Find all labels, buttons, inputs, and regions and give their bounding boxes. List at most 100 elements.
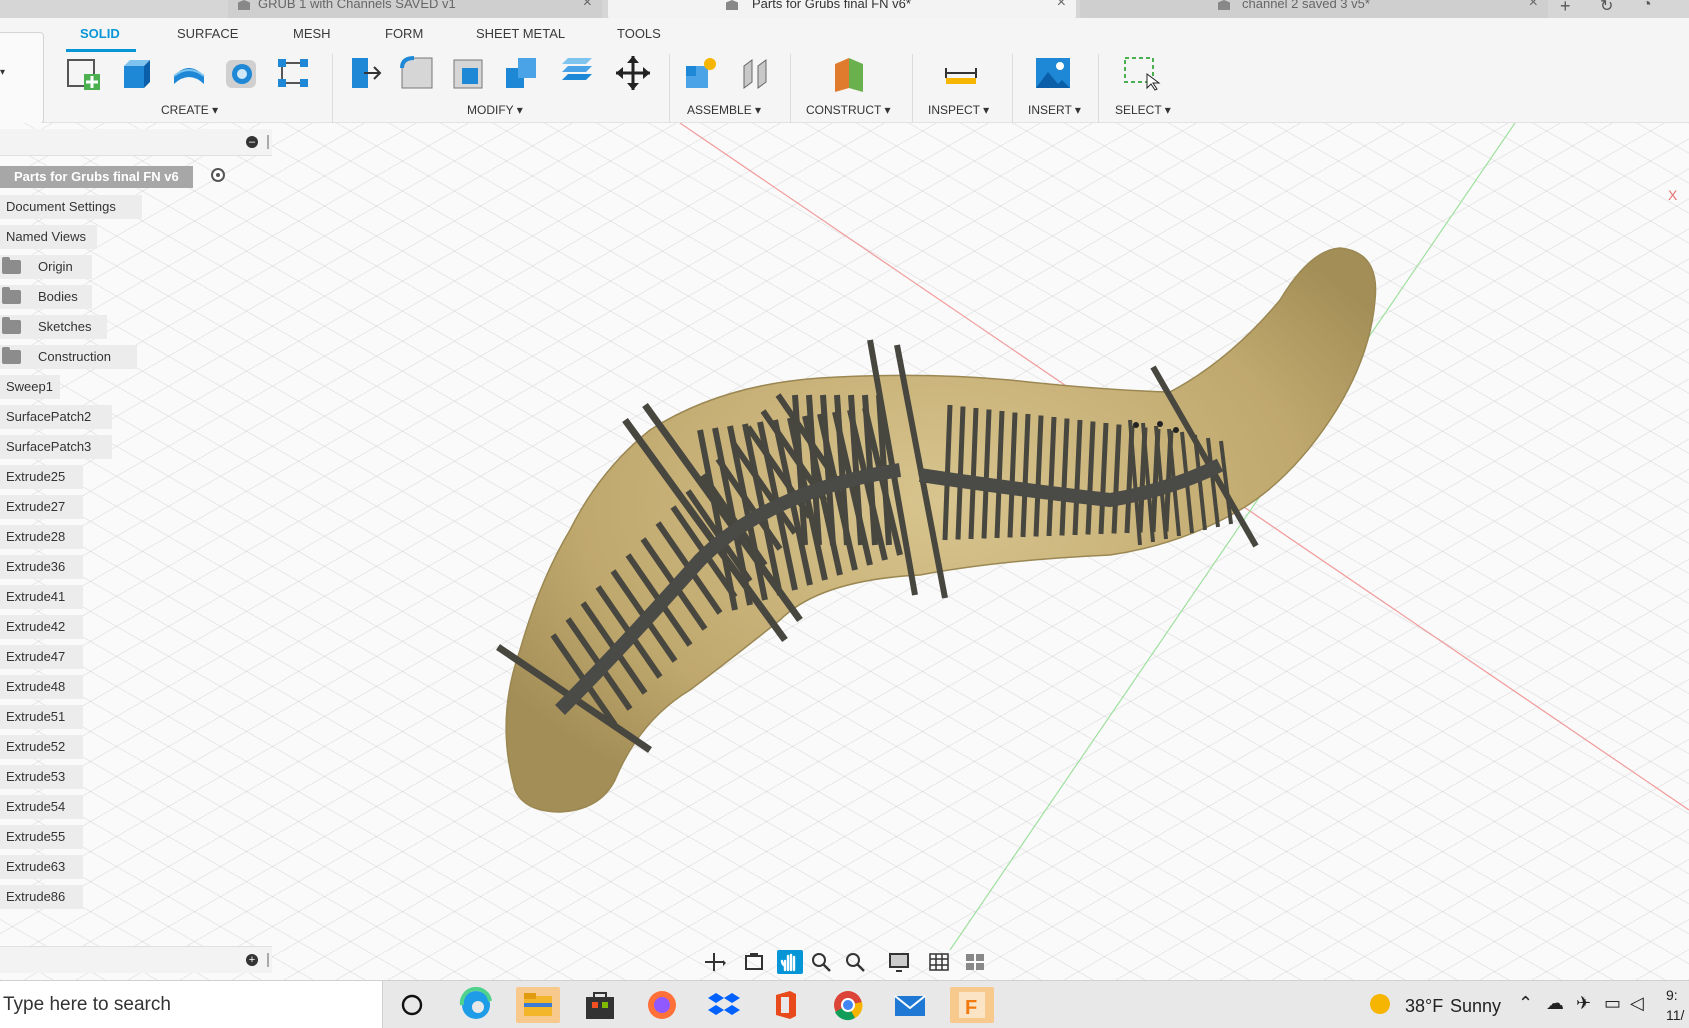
battery-icon[interactable]: ▭	[1604, 993, 1621, 1014]
measure-icon[interactable]	[942, 54, 980, 92]
browser-item[interactable]: Extrude47	[0, 645, 83, 669]
canvas-viewport[interactable]: X	[0, 123, 1689, 980]
chrome-icon[interactable]	[826, 987, 870, 1023]
browser-item[interactable]: Extrude25	[0, 465, 83, 489]
taskbar-search-input[interactable]: Type here to search	[0, 981, 383, 1028]
inspect-menu[interactable]: INSPECT ▾	[928, 103, 989, 117]
browser-item[interactable]: Sketches	[0, 315, 108, 339]
model-scene[interactable]	[0, 123, 1689, 980]
select-box-icon[interactable]	[1123, 54, 1161, 92]
browser-item[interactable]: Extrude42	[0, 615, 83, 639]
modify-menu[interactable]: MODIFY ▾	[467, 103, 523, 117]
create-menu[interactable]: CREATE ▾	[161, 103, 218, 117]
panel-grip[interactable]	[267, 135, 269, 149]
create-sketch-icon[interactable]	[64, 54, 102, 92]
task-view-icon[interactable]	[390, 987, 434, 1023]
speaker-icon[interactable]: ◁	[1630, 993, 1644, 1014]
doc-tab-parts-for-grubs[interactable]: Parts for Grubs final FN v6* ×	[608, 0, 1076, 18]
sweep-icon[interactable]	[222, 54, 260, 92]
joint-icon[interactable]	[736, 54, 774, 92]
browser-item[interactable]: Extrude86	[0, 885, 83, 909]
clock-time[interactable]: 9:	[1666, 987, 1678, 1003]
new-component-icon[interactable]	[682, 54, 720, 92]
cloud-alert-icon[interactable]: ☁	[1546, 993, 1564, 1014]
browser-root-node[interactable]: Parts for Grubs final FN v6	[0, 166, 193, 188]
collapse-browser-button[interactable]: –	[246, 136, 258, 148]
viewports-icon[interactable]	[963, 950, 989, 974]
pan-hand-icon[interactable]	[777, 950, 803, 974]
workspace-switcher[interactable]: ▾	[0, 32, 44, 124]
assemble-menu[interactable]: ASSEMBLE ▾	[687, 103, 761, 117]
tab-form[interactable]: FORM	[385, 26, 423, 41]
close-icon[interactable]: ×	[1057, 0, 1066, 11]
weather-text[interactable]: Sunny	[1450, 996, 1501, 1017]
close-icon[interactable]: ×	[583, 0, 592, 11]
select-menu[interactable]: SELECT ▾	[1115, 103, 1171, 117]
browser-item[interactable]: Named Views	[0, 225, 98, 249]
active-component-radio-icon[interactable]	[211, 168, 225, 182]
browser-item[interactable]: Extrude54	[0, 795, 83, 819]
close-icon[interactable]: ×	[1529, 0, 1538, 11]
fit-icon[interactable]	[843, 950, 869, 974]
file-explorer-icon[interactable]	[516, 987, 560, 1023]
browser-item[interactable]: Extrude48	[0, 675, 83, 699]
insert-image-icon[interactable]	[1034, 54, 1072, 92]
construct-menu[interactable]: CONSTRUCT ▾	[806, 103, 890, 117]
browser-item[interactable]: Extrude41	[0, 585, 83, 609]
zoom-icon[interactable]	[809, 950, 835, 974]
offset-face-icon[interactable]	[558, 54, 596, 92]
browser-item[interactable]: SurfacePatch2	[0, 405, 113, 429]
panel-grip[interactable]	[267, 953, 269, 967]
chevron-up-icon[interactable]: ⌃	[1518, 993, 1533, 1014]
edge-icon[interactable]	[454, 987, 498, 1023]
move-icon[interactable]	[614, 54, 652, 92]
viewcube-axis-label[interactable]: X	[1668, 187, 1677, 203]
browser-item[interactable]: Document Settings	[0, 195, 142, 219]
browser-item[interactable]: Extrude27	[0, 495, 83, 519]
refresh-icon[interactable]: ↻	[1600, 0, 1613, 16]
insert-menu[interactable]: INSERT ▾	[1028, 103, 1081, 117]
browser-item[interactable]: Extrude36	[0, 555, 83, 579]
browser-item[interactable]: Construction	[0, 345, 137, 369]
store-icon[interactable]	[578, 987, 622, 1023]
dropbox-icon[interactable]	[702, 987, 746, 1023]
weather-temp[interactable]: 38°F	[1405, 996, 1443, 1017]
browser-item[interactable]: Bodies	[0, 285, 93, 309]
browser-item[interactable]: Extrude28	[0, 525, 83, 549]
tab-tools[interactable]: TOOLS	[617, 26, 661, 41]
browser-item[interactable]: SurfacePatch3	[0, 435, 113, 459]
browser-item[interactable]: Extrude53	[0, 765, 83, 789]
look-at-icon[interactable]	[741, 950, 767, 974]
pattern-icon[interactable]	[274, 54, 312, 92]
tab-sheet-metal[interactable]: SHEET METAL	[476, 26, 565, 41]
fusion360-icon[interactable]: F	[950, 987, 994, 1023]
clock-icon[interactable]: ◔	[1642, 0, 1652, 14]
sun-weather-icon[interactable]	[1368, 992, 1392, 1016]
extrude-icon[interactable]	[118, 54, 156, 92]
clock-date[interactable]: 11/	[1666, 1007, 1684, 1023]
browser-item[interactable]: Extrude63	[0, 855, 83, 879]
doc-tab-grub1[interactable]: GRUB 1 with Channels SAVED v1 ×	[228, 0, 602, 18]
mail-icon[interactable]	[888, 987, 932, 1023]
press-pull-icon[interactable]	[346, 54, 384, 92]
grid-settings-icon[interactable]	[927, 950, 953, 974]
tab-surface[interactable]: SURFACE	[177, 26, 238, 41]
combine-icon[interactable]	[502, 54, 540, 92]
doc-tab-channel2[interactable]: channel 2 saved 3 v5* ×	[1080, 0, 1548, 18]
new-tab-plus-icon[interactable]: +	[1560, 0, 1571, 17]
airplane-mode-icon[interactable]: ✈	[1576, 993, 1591, 1014]
browser-item[interactable]: Sweep1	[0, 375, 61, 399]
tab-solid[interactable]: SOLID	[80, 26, 120, 41]
firefox-icon[interactable]	[640, 987, 684, 1023]
offset-plane-icon[interactable]	[831, 54, 869, 92]
revolve-icon[interactable]	[170, 54, 208, 92]
orbit-icon[interactable]	[701, 950, 727, 974]
browser-item[interactable]: Extrude55	[0, 825, 83, 849]
expand-comments-button[interactable]: +	[246, 954, 258, 966]
fillet-icon[interactable]	[398, 54, 436, 92]
tab-mesh[interactable]: MESH	[293, 26, 331, 41]
display-settings-icon[interactable]	[887, 950, 913, 974]
office-icon[interactable]	[764, 987, 808, 1023]
browser-item[interactable]: Extrude51	[0, 705, 83, 729]
shell-icon[interactable]	[450, 54, 488, 92]
